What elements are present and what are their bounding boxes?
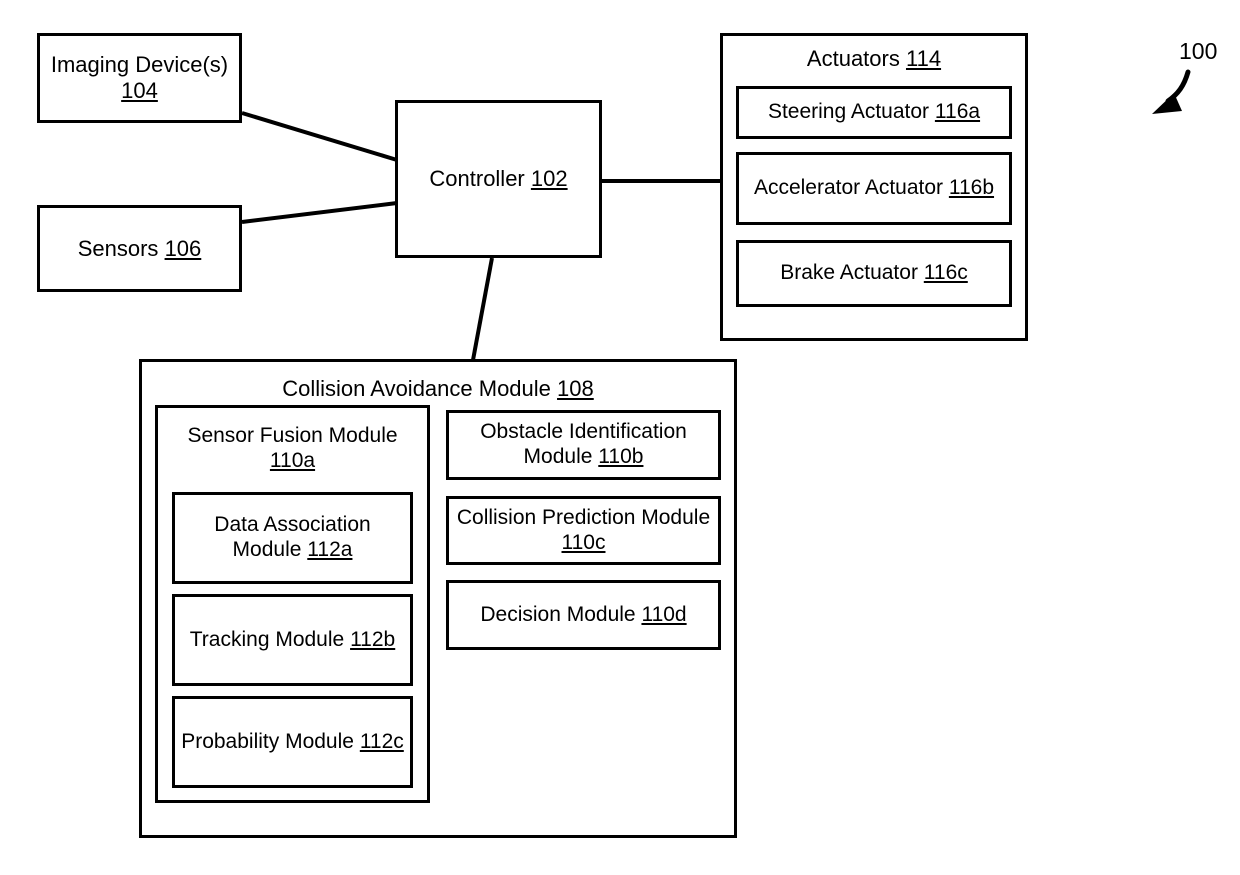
controller-ref: 102 <box>530 166 568 192</box>
obstacle-identification-module-label: Obstacle Identification Module 110b <box>480 420 687 468</box>
data-association-module-label: Data Association Module 112a <box>214 513 371 561</box>
steering-actuator-ref: 116a <box>934 100 981 124</box>
steering-actuator-label: Steering Actuator 116a <box>767 100 981 124</box>
collision-prediction-module-ref: 110c <box>561 530 606 554</box>
imaging-device-label: Imaging Device(s) 104 <box>50 52 229 103</box>
controller-box[interactable]: Controller 102 <box>395 100 602 258</box>
collision-avoidance-module-ref: 108 <box>557 376 594 401</box>
sensor-fusion-module-label: Sensor Fusion Module 110a <box>187 424 398 472</box>
probability-module-ref: 112c <box>359 729 404 753</box>
tracking-module-label: Tracking Module 112b <box>189 627 396 651</box>
sensor-fusion-module-ref: 110a <box>269 448 316 472</box>
decision-module-label: Decision Module 110d <box>480 602 687 626</box>
patent-figure-diagram: 100 Imaging Device(s) 104 Sensors 106 Co… <box>0 0 1240 875</box>
controller-label: Controller 102 <box>429 166 568 192</box>
connector-sensors-to-controller <box>241 201 398 224</box>
collision-avoidance-module-label: Collision Avoidance Module 108 <box>282 376 594 401</box>
brake-actuator-ref: 116c <box>923 261 968 285</box>
imaging-device-ref: 104 <box>121 78 158 103</box>
steering-actuator-box[interactable]: Steering Actuator 116a <box>736 86 1012 139</box>
tracking-module-box[interactable]: Tracking Module 112b <box>172 594 413 686</box>
connector-imaging-to-controller <box>241 111 398 162</box>
actuators-label: Actuators 114 <box>806 46 942 71</box>
data-association-module-ref: 112a <box>307 538 353 561</box>
accelerator-actuator-ref: 116b <box>948 176 995 200</box>
obstacle-identification-module-ref: 110b <box>598 445 644 468</box>
probability-module-box[interactable]: Probability Module 112c <box>172 696 413 788</box>
probability-module-label: Probability Module 112c <box>181 729 404 753</box>
figure-pointer-arrowhead <box>1152 93 1182 114</box>
collision-prediction-module-box[interactable]: Collision Prediction Module 110c <box>446 496 721 565</box>
sensors-box[interactable]: Sensors 106 <box>37 205 242 292</box>
connector-controller-to-collision-module <box>471 257 494 361</box>
decision-module-ref: 110d <box>641 602 687 626</box>
decision-module-box[interactable]: Decision Module 110d <box>446 580 721 650</box>
accelerator-actuator-box[interactable]: Accelerator Actuator 116b <box>736 152 1012 225</box>
actuators-ref: 114 <box>905 46 942 71</box>
sensors-label: Sensors 106 <box>77 235 202 261</box>
brake-actuator-label: Brake Actuator 116c <box>780 261 968 285</box>
tracking-module-ref: 112b <box>350 627 396 651</box>
obstacle-identification-module-box[interactable]: Obstacle Identification Module 110b <box>446 410 721 480</box>
data-association-module-box[interactable]: Data Association Module 112a <box>172 492 413 584</box>
accelerator-actuator-label: Accelerator Actuator 116b <box>753 176 995 200</box>
imaging-device-box[interactable]: Imaging Device(s) 104 <box>37 33 242 123</box>
brake-actuator-box[interactable]: Brake Actuator 116c <box>736 240 1012 307</box>
figure-pointer-arrow <box>1165 69 1191 104</box>
collision-prediction-module-label: Collision Prediction Module 110c <box>456 505 711 554</box>
sensors-ref: 106 <box>164 235 202 261</box>
figure-number: 100 <box>1179 38 1218 64</box>
